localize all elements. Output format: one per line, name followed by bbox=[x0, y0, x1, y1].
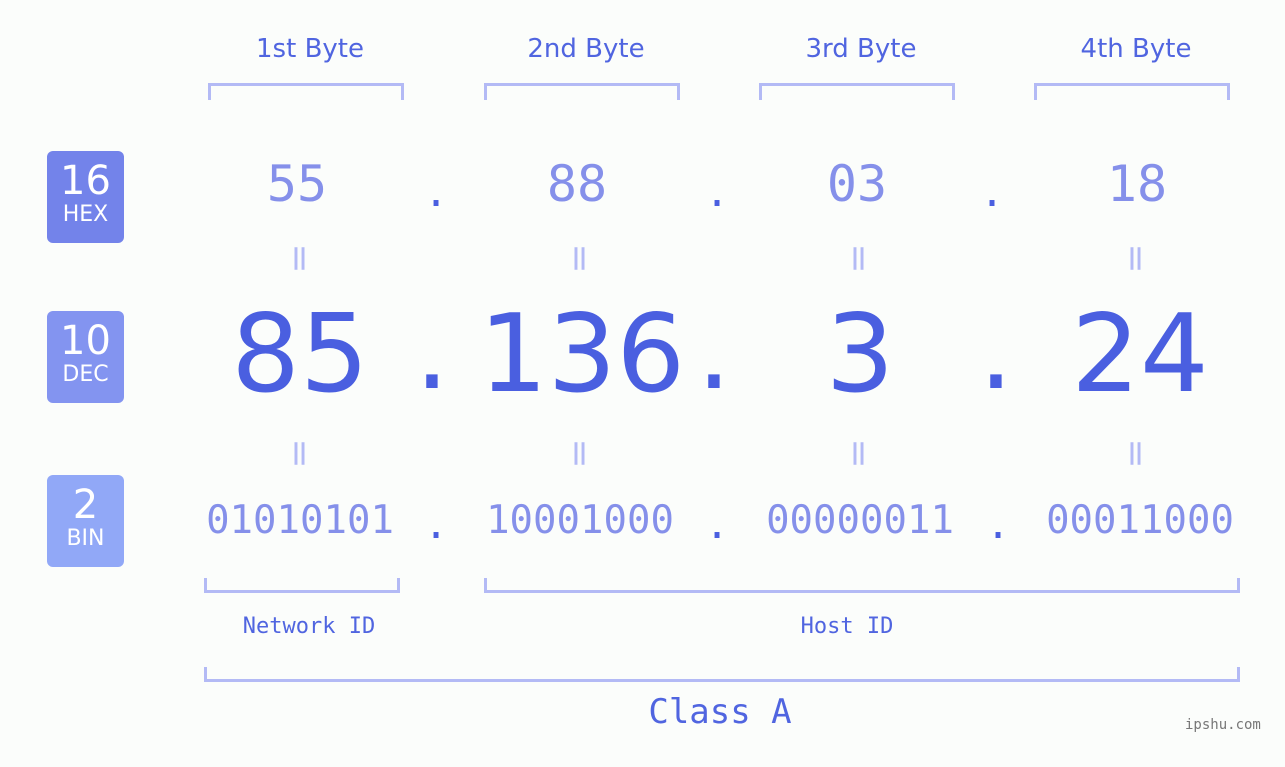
bin-byte-3: 00000011 bbox=[766, 498, 954, 543]
equals-icon: = bbox=[838, 438, 880, 469]
bin-byte-4: 00011000 bbox=[1046, 498, 1234, 543]
bin-badge-number: 2 bbox=[72, 482, 99, 528]
header-byte-4: 4th Byte bbox=[1080, 34, 1192, 64]
network-id-bracket bbox=[204, 578, 400, 593]
dec-badge: 10 DEC bbox=[47, 311, 124, 403]
header-byte-2: 2nd Byte bbox=[527, 34, 645, 64]
bin-badge-label: BIN bbox=[66, 526, 105, 551]
host-id-bracket bbox=[484, 578, 1240, 593]
bin-badge: 2 BIN bbox=[47, 475, 124, 567]
header-byte-1: 1st Byte bbox=[256, 34, 364, 64]
dec-dot-2: . bbox=[696, 286, 732, 414]
watermark: ipshu.com bbox=[1185, 717, 1261, 733]
dec-byte-3: 3 bbox=[825, 292, 895, 417]
hex-badge: 16 HEX bbox=[47, 151, 124, 243]
equals-icon: = bbox=[559, 243, 601, 274]
equals-icon: = bbox=[559, 438, 601, 469]
dec-badge-label: DEC bbox=[62, 362, 109, 387]
header-bracket-3 bbox=[759, 83, 955, 100]
equals-icon: = bbox=[279, 438, 321, 469]
hex-byte-1: 55 bbox=[266, 155, 328, 213]
hex-byte-3: 03 bbox=[826, 155, 888, 213]
bin-byte-2: 10001000 bbox=[486, 498, 674, 543]
dec-badge-number: 10 bbox=[60, 318, 111, 364]
dec-byte-4: 24 bbox=[1071, 292, 1209, 417]
header-byte-3: 3rd Byte bbox=[805, 34, 917, 64]
network-id-label: Network ID bbox=[242, 614, 376, 639]
dec-byte-2: 136 bbox=[478, 292, 686, 417]
hex-dot-1: . bbox=[423, 170, 449, 216]
header-bracket-1 bbox=[208, 83, 404, 100]
dec-dot-3: . bbox=[978, 286, 1014, 414]
header-bracket-2 bbox=[484, 83, 680, 100]
class-label: Class A bbox=[648, 692, 792, 732]
hex-dot-3: . bbox=[979, 170, 1005, 216]
hex-badge-label: HEX bbox=[62, 202, 109, 227]
bin-byte-1: 01010101 bbox=[206, 498, 394, 543]
equals-icon: = bbox=[838, 243, 880, 274]
hex-dot-2: . bbox=[704, 170, 730, 216]
hex-byte-4: 18 bbox=[1106, 155, 1168, 213]
equals-icon: = bbox=[279, 243, 321, 274]
dec-dot-1: . bbox=[414, 286, 450, 414]
equals-icon: = bbox=[1115, 243, 1157, 274]
header-bracket-4 bbox=[1034, 83, 1230, 100]
dec-byte-1: 85 bbox=[231, 292, 369, 417]
class-bracket bbox=[204, 667, 1240, 682]
host-id-label: Host ID bbox=[800, 614, 894, 639]
hex-badge-number: 16 bbox=[60, 158, 111, 204]
hex-byte-2: 88 bbox=[546, 155, 608, 213]
equals-icon: = bbox=[1115, 438, 1157, 469]
